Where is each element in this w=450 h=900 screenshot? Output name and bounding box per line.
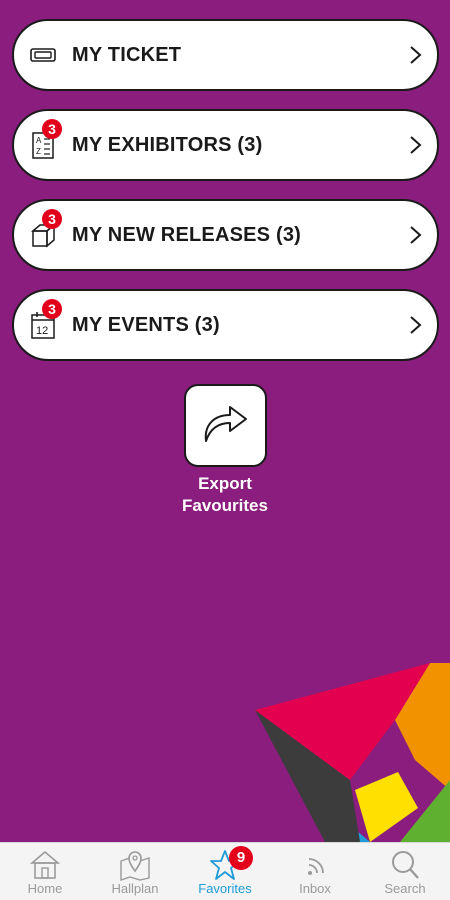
share-arrow-icon [200, 399, 252, 452]
my-ticket-button[interactable]: MY TICKET [12, 19, 439, 91]
tab-favorites-label: Favorites [198, 881, 252, 896]
search-icon [392, 851, 419, 879]
chevron-right-icon [407, 315, 423, 335]
my-new-releases-button[interactable]: 3 MY NEW RELEASES (3) [12, 199, 439, 271]
brand-logo-decoration [255, 663, 450, 842]
rss-icon [308, 858, 324, 875]
my-events-button[interactable]: 12 3 MY EVENTS (3) [12, 289, 439, 361]
tab-search[interactable]: Search [360, 843, 450, 900]
tab-inbox-label: Inbox [299, 881, 331, 896]
events-count-badge: 3 [42, 299, 62, 319]
new-releases-count-badge: 3 [42, 209, 62, 229]
tab-search-label: Search [384, 881, 426, 896]
ticket-icon [30, 40, 56, 70]
bottom-tab-bar: Home Hallplan 9 Favorites Inbox Search [0, 842, 450, 900]
exhibitors-count-badge: 3 [42, 119, 62, 139]
home-icon [29, 850, 61, 879]
tab-home[interactable]: Home [0, 843, 90, 900]
my-ticket-label: MY TICKET [72, 43, 182, 66]
tab-inbox[interactable]: Inbox [270, 843, 360, 900]
tab-hallplan[interactable]: Hallplan [90, 843, 180, 900]
tab-favorites[interactable]: 9 Favorites [180, 843, 270, 900]
tab-hallplan-label: Hallplan [111, 881, 159, 896]
favorites-count-badge: 9 [229, 846, 253, 870]
my-exhibitors-label: MY EXHIBITORS (3) [72, 133, 263, 156]
my-new-releases-label: MY NEW RELEASES (3) [72, 223, 302, 246]
calendar-day: 12 [36, 325, 48, 337]
chevron-right-icon [407, 45, 423, 65]
tab-home-label: Home [27, 881, 63, 896]
svg-text:A: A [36, 136, 42, 145]
export-favourites-label: Export Favourites [182, 474, 268, 515]
svg-text:Z: Z [36, 147, 41, 156]
chevron-right-icon [407, 135, 423, 155]
export-favourites-button[interactable] [184, 384, 267, 467]
my-events-label: MY EVENTS (3) [72, 313, 220, 336]
my-exhibitors-button[interactable]: A Z 3 MY EXHIBITORS (3) [12, 109, 439, 181]
chevron-right-icon [407, 225, 423, 245]
map-pin-icon [120, 851, 150, 881]
